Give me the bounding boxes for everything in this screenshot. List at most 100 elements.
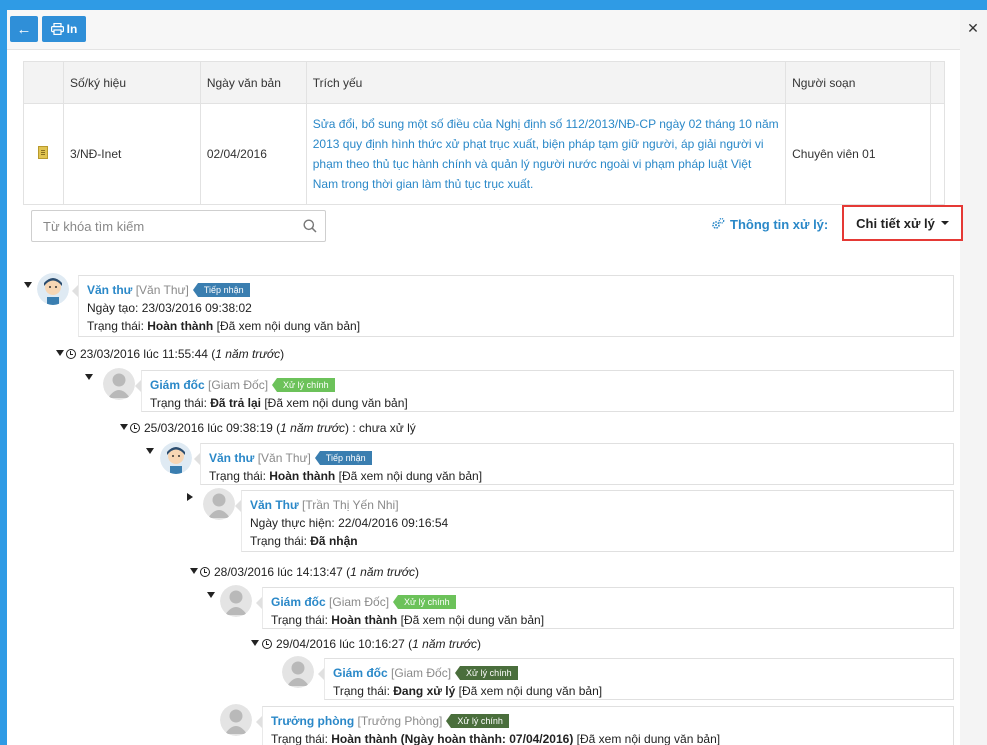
time-time: 10:16:27 [358,637,405,651]
user-name[interactable]: Giám đốc [333,666,388,680]
user-name[interactable]: Văn Thư [250,498,299,512]
user-name[interactable]: Giám đốc [271,595,326,609]
status-badge: Xử lý chính [455,666,523,680]
status-value: Đã nhận [310,534,358,548]
status-badge: Xử lý chính [446,714,514,728]
window-top-border [0,0,987,10]
header-date: Ngày văn bản [199,61,307,104]
process-node-card: Văn Thư [Trần Thị Yến Nhi] Ngày thực hiệ… [235,490,954,552]
user-avatar [160,442,192,474]
process-node-card: Giám đốc [Giam Đốc] Xử lý chính Trạng thá… [256,587,954,629]
close-icon[interactable]: ✕ [965,20,981,36]
user-name[interactable]: Trưởng phòng [271,714,354,728]
process-node-card: Văn thư [Văn Thư] Tiếp nhận Trạng thái: H… [194,443,954,485]
search-box [31,210,326,242]
table-header-row: Số/ký hiệu Ngày văn bản Trích yếu Người … [23,61,946,104]
status-label: Trạng thái: [250,534,307,548]
toolbar: ← In [7,10,960,50]
cell-extra [929,103,946,205]
time-ago: 1 năm trước [280,421,346,435]
window-left-border [0,0,7,745]
time-ago: 1 năm trước [215,347,281,361]
done-at-value: 22/04/2016 09:16:54 [338,516,449,530]
status-label: Trạng thái: [271,613,328,627]
status-label: Trạng thái: [150,396,207,410]
time-ago: 1 năm trước [350,565,416,579]
print-label: In [66,22,78,36]
user-name[interactable]: Văn thư [209,451,254,465]
process-node-card: Giám đốc [Giam Đốc] Xử lý chính Trạng thá… [135,370,954,412]
time-row: 25/03/2016 lúc 09:38:19 (1 năm trước) : … [130,420,416,436]
user-avatar [282,656,314,688]
status-label: Trạng thái: [333,684,390,698]
time-date: 28/03/2016 [214,565,275,579]
status-note: [Đã xem nội dung văn bản] [216,319,361,333]
print-button[interactable]: In [42,16,86,42]
status-note: [Đã xem nội dung văn bản] [458,684,603,698]
gears-icon [712,217,725,229]
time-date: 25/03/2016 [144,421,205,435]
detail-dropdown-value: Chi tiết xử lý [856,215,935,231]
status-value: Đã trả lại [210,396,261,410]
header-extra [929,61,946,104]
header-icon-cell [23,61,64,104]
status-note: [Đã xem nội dung văn bản] [400,613,545,627]
collapse-toggle[interactable] [251,640,259,646]
user-name[interactable]: Giám đốc [150,378,205,392]
status-value: Đang xử lý [393,684,456,698]
status-note: [Đã xem nội dung văn bản] [338,469,483,483]
time-ago: 1 năm trước [412,637,478,651]
header-author: Người soạn [785,61,931,104]
collapse-toggle[interactable] [24,282,32,288]
back-button[interactable]: ← [10,16,38,42]
user-role: [Giam Đốc] [391,666,452,680]
time-row: 23/03/2016 lúc 11:55:44 (1 năm trước) [66,346,284,362]
user-role: [Trần Thị Yến Nhi] [302,498,399,512]
status-badge: Tiếp nhận [314,451,377,465]
time-time: 09:38:19 [226,421,273,435]
collapse-toggle[interactable] [190,568,198,574]
collapse-toggle[interactable] [120,424,128,430]
status-note: [Đã xem nội dung văn bản] [576,732,721,745]
process-node-card: Trưởng phòng [Trưởng Phòng] Xử lý chính T… [256,706,954,745]
collapse-toggle[interactable] [207,592,215,598]
status-badge: Xử lý chính [272,378,340,392]
time-time: 14:13:47 [296,565,343,579]
clock-icon [66,349,76,359]
cell-summary[interactable]: Sửa đổi, bổ sung một số điều của Nghị đị… [305,103,787,205]
user-avatar [37,273,69,305]
status-badge: Xử lý chính [393,595,461,609]
time-at: lúc [207,421,223,435]
time-at: lúc [339,637,355,651]
time-suffix: : chưa xử lý [352,421,416,435]
time-row: 29/04/2016 lúc 10:16:27 (1 năm trước) [262,636,481,652]
expand-toggle[interactable] [187,493,193,501]
status-label: Trạng thái: [87,319,144,333]
user-name[interactable]: Văn thư [87,283,132,297]
collapse-toggle[interactable] [85,374,93,380]
status-value: Hoàn thành [331,613,398,627]
user-avatar [220,704,252,736]
time-date: 23/03/2016 [80,347,141,361]
user-role: [Văn Thư] [135,283,189,297]
status-badge: Tiếp nhận [192,283,255,297]
cell-author: Chuyên viên 01 [785,103,931,205]
time-row: 28/03/2016 lúc 14:13:47 (1 năm trước) [200,564,419,580]
user-avatar [220,585,252,617]
collapse-toggle[interactable] [146,448,154,454]
process-node-card: Văn thư [Văn Thư] Tiếp nhận Ngày tạo: 23/… [72,275,954,337]
status-note: [Đã xem nội dung văn bản] [264,396,408,410]
done-at-label: Ngày thực hiện: [250,516,335,530]
search-icon[interactable] [303,219,317,233]
arrow-left-icon: ← [16,20,32,38]
search-input[interactable] [32,211,292,241]
summary-link[interactable]: Sửa đổi, bổ sung một số điều của Nghị đị… [313,117,779,191]
status-label: Trạng thái: [271,732,328,745]
created-value: 23/03/2016 09:38:02 [141,301,252,315]
table-row[interactable]: 3/NĐ-Inet 02/04/2016 Sửa đổi, bổ sung mộ… [23,103,946,205]
process-node-card: Giám đốc [Giam Đốc] Xử lý chính Trạng thá… [318,658,954,700]
status-value: Hoàn thành (Ngày hoàn thành: 07/04/2016) [331,732,574,745]
document-table: Số/ký hiệu Ngày văn bản Trích yếu Người … [23,61,946,205]
detail-dropdown[interactable]: Chi tiết xử lý [842,205,963,241]
collapse-toggle[interactable] [56,350,64,356]
